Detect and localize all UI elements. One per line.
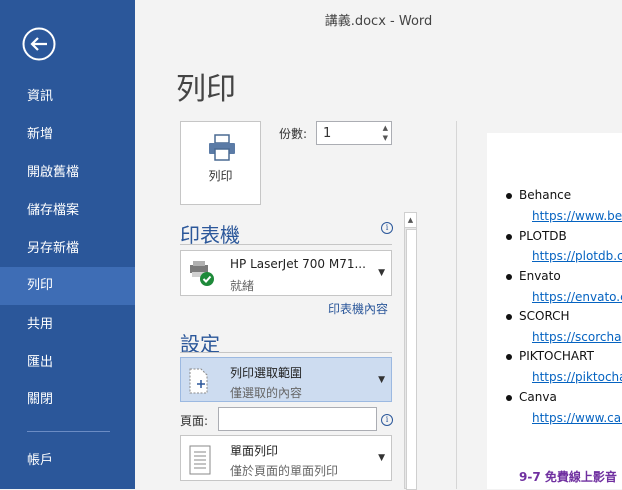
sidebar-divider [27,431,110,432]
sidebar-item-close[interactable]: 關閉 [0,381,135,419]
printer-properties-link[interactable]: 印表機內容 [328,300,388,317]
preview-link: https://www.beha [532,209,622,223]
print-range-label: 列印選取範圍 [230,366,303,380]
printer-ready-icon [187,259,217,293]
selection-page-icon [187,366,211,400]
preview-list-item: Behance [506,188,572,202]
print-range-description: 僅選取的內容 [230,386,303,400]
sidebar-item-save[interactable]: 儲存檔案 [0,192,135,230]
printer-section-divider [180,244,392,245]
print-sides-description: 僅於頁面的單面列印 [230,464,339,478]
chevron-down-icon: ▼ [378,375,385,385]
preview-list-item: Envato [506,269,561,283]
preview-link: https://plotdb.com [532,249,622,263]
chevron-down-icon: ▼ [378,268,385,278]
chevron-down-icon: ▼ [378,453,385,463]
scrollbar-thumb[interactable] [406,229,417,490]
preview-item-name: PLOTDB [519,229,567,243]
pane-divider [456,121,457,489]
preview-list-item: PIKTOCHART [506,349,594,363]
bullet-icon [506,274,512,280]
preview-link: https://scorchage [532,330,622,344]
sidebar-item-account[interactable]: 帳戶 [0,442,135,480]
scroll-up-icon[interactable]: ▲ [405,213,416,228]
bullet-icon [506,395,512,401]
bullet-icon [506,354,512,360]
pages-label: 頁面: [180,414,209,428]
copies-stepper[interactable]: 1 ▲ ▼ [316,121,392,145]
info-icon[interactable]: i [381,222,393,234]
preview-link: https://envato.co [532,290,622,304]
sidebar-item-info[interactable]: 資訊 [0,78,135,116]
pages-input[interactable] [218,407,377,431]
preview-section-heading: 9-7 免費線上影音 [519,470,617,484]
sidebar-item-new[interactable]: 新增 [0,116,135,154]
print-sides-dropdown[interactable]: 單面列印 僅於頁面的單面列印 ▼ [180,435,392,481]
preview-item-name: Behance [519,188,572,202]
copies-value[interactable]: 1 [323,126,331,141]
preview-list-item: PLOTDB [506,229,567,243]
sidebar-item-share[interactable]: 共用 [0,306,135,344]
preview-item-name: Canva [519,390,557,404]
printer-status: 就緒 [230,279,255,293]
sidebar-item-open[interactable]: 開啟舊檔 [0,154,135,192]
bullet-icon [506,234,512,240]
preview-list-item: SCORCH [506,309,570,323]
printer-name: HP LaserJet 700 M71... [230,257,366,271]
print-button[interactable]: 列印 [180,121,261,205]
preview-item-name: PIKTOCHART [519,349,594,363]
bullet-icon [506,193,512,199]
print-sides-label: 單面列印 [230,444,279,458]
sidebar-item-export[interactable]: 匯出 [0,344,135,382]
spin-up-icon[interactable]: ▲ [383,124,388,132]
single-sided-icon [187,444,213,480]
sidebar-item-print[interactable]: 列印 [0,267,135,305]
bullet-icon [506,314,512,320]
window-title: 講義.docx - Word [324,14,433,29]
page-title: 列印 [176,72,236,107]
copies-label: 份數: [279,127,308,141]
print-range-dropdown[interactable]: 列印選取範圍 僅選取的內容 ▼ [180,357,392,402]
preview-item-name: SCORCH [519,309,570,323]
preview-link: https://www.canv [532,411,622,425]
info-icon[interactable]: i [381,414,393,426]
preview-item-name: Envato [519,269,561,283]
preview-link: https://piktochart [532,370,622,384]
printer-icon [207,134,237,166]
sidebar-item-save-as[interactable]: 另存新檔 [0,230,135,268]
back-arrow-icon[interactable] [22,27,56,61]
backstage-sidebar: 資訊 新增 開啟舊檔 儲存檔案 另存新檔 列印 共用 匯出 關閉 帳戶 [0,0,135,489]
print-preview-page: Behance https://www.beha PLOTDB https://… [487,133,622,489]
settings-scrollbar[interactable]: ▲ [404,212,417,490]
preview-list-item: Canva [506,390,557,404]
print-button-label: 列印 [208,169,233,183]
settings-section-divider [180,352,392,353]
spin-down-icon[interactable]: ▼ [383,134,388,142]
printer-dropdown[interactable]: HP LaserJet 700 M71... 就緒 ▼ [180,250,392,296]
